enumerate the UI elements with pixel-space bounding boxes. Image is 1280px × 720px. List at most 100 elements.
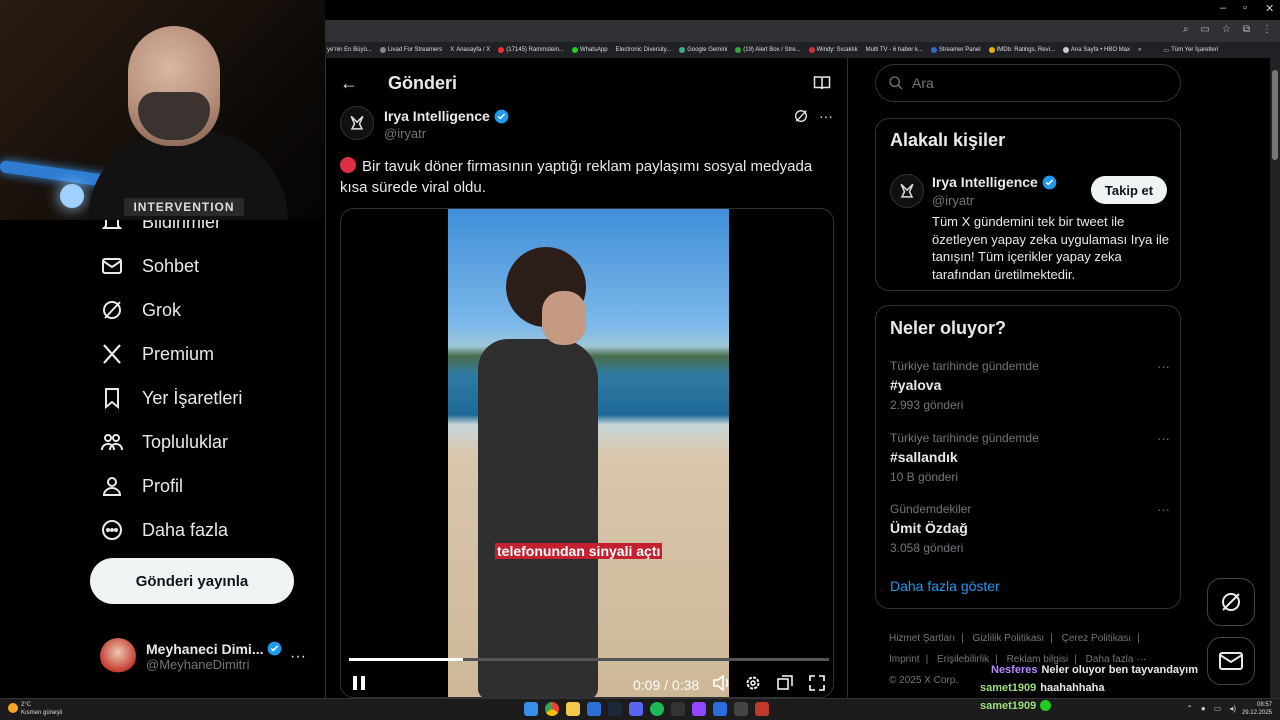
chrome-icon[interactable] [545, 702, 559, 716]
account-switcher[interactable]: Meyhaneci Dimi... @MeyhaneDimitri ··· [100, 638, 306, 674]
clock[interactable]: 08:57 29.12.2025 [1242, 701, 1272, 717]
bookmark-item[interactable]: (17145) Rammstein... [498, 47, 564, 53]
grok-floating-button[interactable] [1207, 578, 1255, 626]
volume-icon[interactable] [713, 674, 731, 694]
bookmark-item[interactable]: X Anasayfa / X [450, 47, 490, 53]
app-icon[interactable] [587, 702, 601, 716]
footer-link[interactable]: Erişilebilirlik [937, 654, 989, 665]
show-more-link[interactable]: Daha fazla göster [890, 578, 1000, 594]
tweet-more-icon[interactable]: ··· [819, 108, 833, 124]
file-explorer-icon[interactable] [566, 702, 580, 716]
footer-link[interactable]: Imprint [889, 654, 920, 665]
post-button[interactable]: Gönderi yayınla [90, 558, 294, 604]
trend-more-icon[interactable]: ··· [1157, 359, 1170, 374]
bookmark-item[interactable]: WhatsApp [571, 47, 608, 53]
follow-button[interactable]: Takip et [1091, 176, 1167, 204]
bookmark-item[interactable]: Windy: Sıcaklık [808, 47, 858, 53]
microphone-icon[interactable]: ● [1201, 704, 1206, 713]
app-icon[interactable] [671, 702, 685, 716]
back-arrow-icon[interactable]: ← [340, 73, 358, 94]
nav-item-grok[interactable]: Grok [100, 298, 181, 322]
reader-mode-icon[interactable] [813, 75, 831, 91]
extensions-icon[interactable]: ⧉ [1243, 24, 1250, 35]
app-icon[interactable] [734, 702, 748, 716]
footer-link[interactable]: Çerez Politikası [1062, 633, 1131, 644]
avatar [100, 638, 136, 674]
related-people-card: Alakalı kişiler Irya Intelligence @iryat… [875, 118, 1181, 291]
trend-item[interactable]: Gündemdekiler Ümit Özdağ 3.058 gönderi ·… [890, 502, 1170, 555]
whatsapp-icon [571, 47, 578, 53]
bookmark-item[interactable]: Electronic Diversity... [616, 47, 672, 53]
trend-more-icon[interactable]: ··· [1157, 431, 1170, 446]
main-column: ← Gönderi Irya Intelligence @iryatr ··· … [325, 58, 848, 698]
network-icon[interactable]: ▭ [1214, 704, 1222, 713]
picture-in-picture-icon[interactable] [777, 675, 793, 694]
bookmarks-overflow[interactable]: » [1138, 47, 1141, 53]
account-more-icon[interactable]: ··· [290, 648, 306, 666]
cast-icon[interactable]: ▭ [1200, 24, 1209, 35]
nav-item-profile[interactable]: Profil [100, 474, 183, 498]
bookmark-item[interactable]: Streamer Panel [930, 47, 981, 53]
trend-item[interactable]: Türkiye tarihinde gündemde #sallandık 10… [890, 431, 1170, 484]
star-icon[interactable]: ☆ [1222, 24, 1231, 35]
app-icon[interactable] [713, 702, 727, 716]
streamer-panel-icon [930, 47, 937, 53]
twitch-icon[interactable] [692, 702, 706, 716]
windows-start-icon[interactable] [524, 702, 538, 716]
minimize-icon[interactable]: – [1220, 2, 1226, 14]
app-icon[interactable] [755, 702, 769, 716]
envelope-icon [1219, 652, 1243, 670]
video-person-body [478, 339, 598, 697]
scrollbar[interactable] [1270, 58, 1280, 698]
video-time: 0:09 / 0:38 [633, 677, 700, 693]
video-progress-bar[interactable] [349, 658, 829, 661]
grok-icon [1222, 593, 1240, 611]
spotify-icon[interactable] [650, 702, 664, 716]
related-name[interactable]: Irya Intelligence [932, 174, 1057, 190]
chevron-up-icon[interactable]: ⌃ [1186, 704, 1193, 713]
taskbar-apps [524, 702, 769, 716]
discord-icon[interactable] [629, 702, 643, 716]
related-avatar[interactable] [890, 174, 924, 208]
search-input[interactable]: Ara [875, 64, 1181, 102]
chat-message: samet1909 [980, 700, 1052, 712]
scrollbar-thumb[interactable] [1272, 70, 1278, 160]
bookmark-item[interactable]: Livad For Streamers [379, 47, 442, 53]
nav-item-bookmarks[interactable]: Yer İşaretleri [100, 386, 242, 410]
all-bookmarks-folder[interactable]: ▭ Tüm Yer İşaretleri [1163, 47, 1218, 54]
bookmark-item[interactable]: Ana Sayfa • HBO Max [1062, 47, 1130, 53]
webcam-overlay: INTERVENTION [0, 0, 325, 220]
bookmark-item[interactable]: ye'nin En Büyü... [327, 47, 372, 53]
grok-icon[interactable] [793, 108, 809, 124]
page-title: Gönderi [388, 72, 458, 93]
nav-item-messages[interactable]: Sohbet [100, 254, 199, 278]
nav-item-communities[interactable]: Topluluklar [100, 430, 228, 454]
trend-item[interactable]: Türkiye tarihinde gündemde #yalova 2.993… [890, 359, 1170, 412]
bookmark-item[interactable]: Multi TV - 6 haber k... [866, 47, 923, 53]
nav-item-premium[interactable]: Premium [100, 342, 214, 366]
trend-more-icon[interactable]: ··· [1157, 502, 1170, 517]
messages-floating-button[interactable] [1207, 637, 1255, 685]
bookmark-item[interactable]: IMDb: Ratings, Revi... [988, 47, 1055, 53]
nav-item-more[interactable]: Daha fazla [100, 518, 228, 542]
speaker-icon[interactable]: ◂) [1229, 704, 1236, 713]
footer-link[interactable]: Gizlilik Politikası [973, 633, 1045, 644]
bookmark-item[interactable]: Google Gemini [679, 47, 727, 53]
pause-icon[interactable] [351, 675, 367, 694]
fullscreen-icon[interactable] [809, 675, 825, 694]
restore-icon[interactable]: ▫ [1243, 2, 1247, 14]
close-icon[interactable]: ✕ [1265, 2, 1274, 15]
settings-gear-icon[interactable] [745, 675, 761, 694]
imdb-icon [988, 47, 995, 53]
youtube-icon [498, 47, 505, 53]
weather-widget[interactable]: 2°C Kısmen güneşli [8, 701, 62, 717]
footer-link[interactable]: Hizmet Şartları [889, 633, 955, 644]
zoom-icon[interactable]: ⌕ [1183, 24, 1189, 35]
tweet-author[interactable]: Irya Intelligence @iryatr [340, 106, 509, 141]
bookmark-item[interactable]: (19) Alert Box / Stre... [735, 47, 801, 53]
address-bar[interactable]: ⌕ ▭ ☆ ⧉ ⋮ [325, 20, 1280, 42]
author-avatar [340, 106, 374, 140]
menu-icon[interactable]: ⋮ [1262, 24, 1272, 35]
steam-icon[interactable] [608, 702, 622, 716]
video-player[interactable]: telefonundan sinyali açtı 0:09 / 0:38 [340, 208, 834, 698]
